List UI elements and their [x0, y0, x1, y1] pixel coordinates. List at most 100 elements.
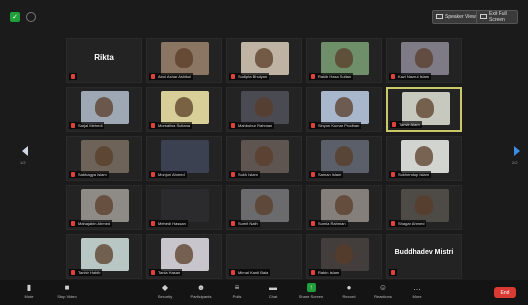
participant-name: Mehedi Hassan [158, 221, 186, 226]
participant-video [161, 238, 209, 271]
participant-video [401, 140, 449, 173]
reactions-button[interactable]: ☺ Reactions [366, 282, 400, 303]
participant-video [81, 189, 129, 222]
participant-video [401, 42, 449, 75]
muted-microphone-icon [391, 172, 395, 177]
participant-name-label: Morsalina Sultana [149, 122, 193, 129]
participant-tile[interactable]: Sabbagya Islam [66, 136, 142, 181]
next-page-arrow-icon[interactable] [514, 146, 520, 156]
participant-tile[interactable]: Rabin Islam [306, 234, 382, 279]
participant-tile[interactable]: Tanvir Alam [386, 87, 462, 132]
speaker-view-icon [436, 14, 443, 19]
more-icon: … [413, 283, 421, 292]
participant-tile[interactable]: Tanbir Habib [66, 234, 142, 279]
participant-tile[interactable]: Sumia Rahman [306, 185, 382, 230]
participant-tile[interactable]: Buddhadev Mistri [386, 234, 462, 279]
participant-tile[interactable]: Shagar Ahmed [386, 185, 462, 230]
participant-video [161, 91, 209, 124]
polls-button[interactable]: ≡ Polls [220, 282, 254, 303]
participant-name: Rabin Islam [318, 270, 340, 275]
participant-name: Saman Islam [318, 172, 342, 177]
participant-tile[interactable]: Rikta [66, 38, 142, 83]
participant-tile[interactable]: Mahbubur Rahman [226, 87, 302, 132]
participant-name-label: Sudipta Bhuiyan [229, 73, 270, 80]
previous-page-arrow-icon[interactable] [22, 146, 28, 156]
participant-tile[interactable]: Sudipta Bhuiyan [226, 38, 302, 83]
participant-display-name: Rikta [94, 53, 114, 62]
record-button[interactable]: ● Record [332, 282, 366, 303]
muted-microphone-icon [231, 270, 235, 275]
toolbar-button-label: Mute [24, 294, 34, 299]
polls-icon: ≡ [234, 283, 240, 292]
participant-tile[interactable]: Sinyon Kumar Prodhan [306, 87, 382, 132]
participant-video [81, 238, 129, 271]
muted-microphone-icon [71, 270, 75, 275]
muted-microphone-icon [151, 172, 155, 177]
toolbar-button-label: Share Screen [298, 294, 324, 299]
muted-microphone-icon [71, 123, 75, 128]
participant-name: Mahajabin Ahmed [78, 221, 111, 226]
participant-name: Rakib Hasa Sultan [318, 74, 352, 79]
mute-button[interactable]: ▮ Mute [12, 282, 46, 303]
exit-full-screen-button[interactable]: Exit Full Screen [476, 10, 518, 24]
participant-name-label: Sukhendup Islam [389, 171, 431, 178]
toolbar-button-label: Stop Video [57, 294, 77, 299]
participant-tile[interactable]: Sukh Islam [226, 136, 302, 181]
participant-name: Sabbagya Islam [78, 172, 107, 177]
encryption-shield-icon[interactable]: ✓ [10, 12, 20, 22]
participant-tile[interactable]: Abul Ashar Ashikul [146, 38, 222, 83]
muted-microphone-icon [311, 270, 315, 275]
participant-video [401, 189, 449, 222]
toolbar-button-label: Polls [232, 294, 242, 299]
page-indicator-right: 2/2 [512, 160, 518, 165]
toolbar-button-label: Security [157, 294, 173, 299]
participant-name-label: Mahajabin Ahmed [69, 220, 113, 227]
participant-video [81, 91, 129, 124]
participant-name-label: Sukh Islam [229, 171, 260, 178]
participant-name: Shagar Ahmed [398, 221, 425, 226]
participant-name: Tanbir Habib [78, 270, 101, 275]
stop-video-button[interactable]: ■ Stop Video [50, 282, 84, 303]
page-indicator-left: 1/2 [20, 160, 26, 165]
participant-tile[interactable]: Sumit Nath [226, 185, 302, 230]
muted-microphone-icon [71, 221, 75, 226]
participant-name-label: Sarjal Mehedi [69, 122, 105, 129]
chat-button[interactable]: ▬ Chat [256, 282, 290, 303]
participant-name-label: Shagar Ahmed [389, 220, 427, 227]
muted-microphone-icon [311, 123, 315, 128]
participant-video [241, 140, 289, 173]
participant-tile[interactable]: Rakib Hasa Sultan [306, 38, 382, 83]
muted-microphone-icon [231, 123, 235, 128]
chat-icon: ▬ [269, 283, 277, 292]
end-meeting-button[interactable]: End [494, 287, 516, 298]
participant-tile[interactable]: Saman Islam [306, 136, 382, 181]
participant-name-label: Rabin Islam [309, 269, 342, 276]
speaker-view-button[interactable]: Speaker View [432, 10, 481, 24]
participant-tile[interactable]: Monjuri Ahmed [146, 136, 222, 181]
participant-tile[interactable]: Mahajabin Ahmed [66, 185, 142, 230]
participant-mute-badge [389, 269, 397, 276]
participant-name: Tania Hasan [158, 270, 181, 275]
toolbar-button-label: Chat [268, 294, 278, 299]
participant-tile[interactable]: Mehedi Hassan [146, 185, 222, 230]
muted-microphone-icon [231, 221, 235, 226]
participants-button[interactable]: ☻ Participants [184, 282, 218, 303]
participant-tile[interactable]: Morsalina Sultana [146, 87, 222, 132]
toolbar-button-label: More [412, 294, 422, 299]
participant-name: Tanvir Alam [399, 122, 420, 127]
participant-video [321, 91, 369, 124]
participant-tile[interactable]: Sarjal Mehedi [66, 87, 142, 132]
participant-name-label: Sumia Rahman [309, 220, 348, 227]
participant-video [321, 42, 369, 75]
share-screen-button[interactable]: ↑ Share Screen [294, 282, 328, 303]
meeting-info-icon[interactable] [26, 12, 36, 22]
participant-tile[interactable]: Kazi Nazrul Islam [386, 38, 462, 83]
participant-tile[interactable]: Mirnal Kanti BalaMirnal Kanti Bala [226, 234, 302, 279]
participant-tile[interactable]: Sukhendup Islam [386, 136, 462, 181]
muted-microphone-icon [151, 123, 155, 128]
participant-tile[interactable]: Tania Hasan [146, 234, 222, 279]
more-button[interactable]: … More [400, 282, 434, 303]
toolbar-button-label: Record [342, 294, 356, 299]
participant-name: Kazi Nazrul Islam [398, 74, 430, 79]
security-button[interactable]: ◆ Security [148, 282, 182, 303]
